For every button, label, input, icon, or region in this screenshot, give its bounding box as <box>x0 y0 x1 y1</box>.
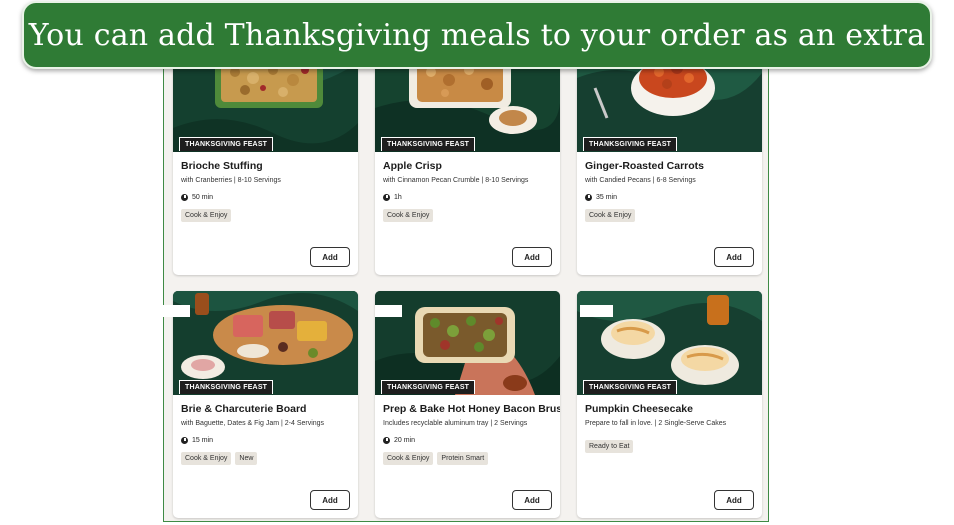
meal-subtitle: Prepare to fall in love. | 2 Single-Serv… <box>585 420 727 427</box>
badge-protein-smart: Protein Smart <box>437 452 489 465</box>
info-banner: You can add Thanksgiving meals to your o… <box>22 1 932 69</box>
meal-subtitle: with Cranberries | 8-10 Servings <box>181 177 281 184</box>
badge-cook-enjoy: Cook & Enjoy <box>383 209 434 222</box>
badge-cook-enjoy: Cook & Enjoy <box>383 452 434 465</box>
thanksgiving-feast-tag: THANKSGIVING FEAST <box>381 137 476 151</box>
badge-new: New <box>235 452 258 465</box>
meal-badges: Cook & Enjoy <box>383 209 434 222</box>
meal-time: 15 min <box>181 437 213 444</box>
charcuterie-board-image: THANKSGIVING FEAST <box>173 291 358 395</box>
add-button[interactable]: Add <box>310 247 350 267</box>
thanksgiving-feast-tag: THANKSGIVING FEAST <box>179 380 274 394</box>
meal-badges: Ready to Eat <box>585 440 634 453</box>
meal-badges: Cook & Enjoy New <box>181 452 258 465</box>
brussels-tray-image: THANKSGIVING FEAST <box>375 291 560 395</box>
badge-ready-to-eat: Ready to Eat <box>585 440 634 453</box>
meal-time: 50 min <box>181 194 213 201</box>
meal-title: Ginger-Roasted Carrots <box>585 160 705 172</box>
badge-cook-enjoy: Cook & Enjoy <box>181 209 232 222</box>
meal-title: Brie & Charcuterie Board <box>181 403 307 415</box>
meal-grid-panel: THANKSGIVING FEAST Brioche Stuffing with… <box>163 40 769 522</box>
add-button[interactable]: Add <box>714 490 754 510</box>
meal-time-label: 1h <box>394 194 402 201</box>
thanksgiving-feast-tag: THANKSGIVING FEAST <box>583 137 678 151</box>
meal-card-pumpkin-cheesecake[interactable]: THANKSGIVING FEAST Pumpkin Cheesecake Pr… <box>577 291 762 518</box>
meal-title: Apple Crisp <box>383 160 442 172</box>
meal-card-apple-crisp[interactable]: THANKSGIVING FEAST Apple Crisp with Cinn… <box>375 48 560 275</box>
thanksgiving-feast-tag: THANKSGIVING FEAST <box>583 380 678 394</box>
meal-card-hot-honey-bacon-brussels[interactable]: THANKSGIVING FEAST Prep & Bake Hot Honey… <box>375 291 560 518</box>
meal-time: 35 min <box>585 194 617 201</box>
meal-time-label: 15 min <box>192 437 214 444</box>
thanksgiving-feast-tag: THANKSGIVING FEAST <box>381 380 476 394</box>
badge-cook-enjoy: Cook & Enjoy <box>181 452 232 465</box>
meal-subtitle: with Cinnamon Pecan Crumble | 8-10 Servi… <box>383 177 529 184</box>
meal-time-label: 35 min <box>596 194 618 201</box>
redaction-block <box>163 305 190 317</box>
meal-subtitle: with Candied Pecans | 6-8 Servings <box>585 177 696 184</box>
meal-time-label: 20 min <box>394 437 416 444</box>
clock-icon <box>181 437 188 444</box>
meal-badges: Cook & Enjoy <box>585 209 636 222</box>
meal-badges: Cook & Enjoy <box>181 209 232 222</box>
meal-time: 20 min <box>383 437 415 444</box>
meal-badges: Cook & Enjoy Protein Smart <box>383 452 489 465</box>
redaction-block <box>375 305 402 317</box>
meal-title: Pumpkin Cheesecake <box>585 403 693 415</box>
add-button[interactable]: Add <box>714 247 754 267</box>
meal-subtitle: Includes recyclable aluminum tray | 2 Se… <box>383 420 528 427</box>
meal-card-brioche-stuffing[interactable]: THANKSGIVING FEAST Brioche Stuffing with… <box>173 48 358 275</box>
meal-card-brie-charcuterie[interactable]: THANKSGIVING FEAST Brie & Charcuterie Bo… <box>173 291 358 518</box>
clock-icon <box>181 194 188 201</box>
meal-time-label: 50 min <box>192 194 214 201</box>
add-button[interactable]: Add <box>512 490 552 510</box>
meal-time: 1h <box>383 194 402 201</box>
thanksgiving-feast-tag: THANKSGIVING FEAST <box>179 137 274 151</box>
redaction-block <box>580 305 613 317</box>
meal-title: Prep & Bake Hot Honey Bacon Brussels <box>383 403 560 415</box>
clock-icon <box>585 194 592 201</box>
meal-card-ginger-roasted-carrots[interactable]: THANKSGIVING FEAST Ginger-Roasted Carrot… <box>577 48 762 275</box>
badge-cook-enjoy: Cook & Enjoy <box>585 209 636 222</box>
meal-subtitle: with Baguette, Dates & Fig Jam | 2-4 Ser… <box>181 420 325 427</box>
clock-icon <box>383 194 390 201</box>
add-button[interactable]: Add <box>310 490 350 510</box>
banner-text: You can add Thanksgiving meals to your o… <box>28 17 926 53</box>
clock-icon <box>383 437 390 444</box>
meal-title: Brioche Stuffing <box>181 160 263 172</box>
add-button[interactable]: Add <box>512 247 552 267</box>
